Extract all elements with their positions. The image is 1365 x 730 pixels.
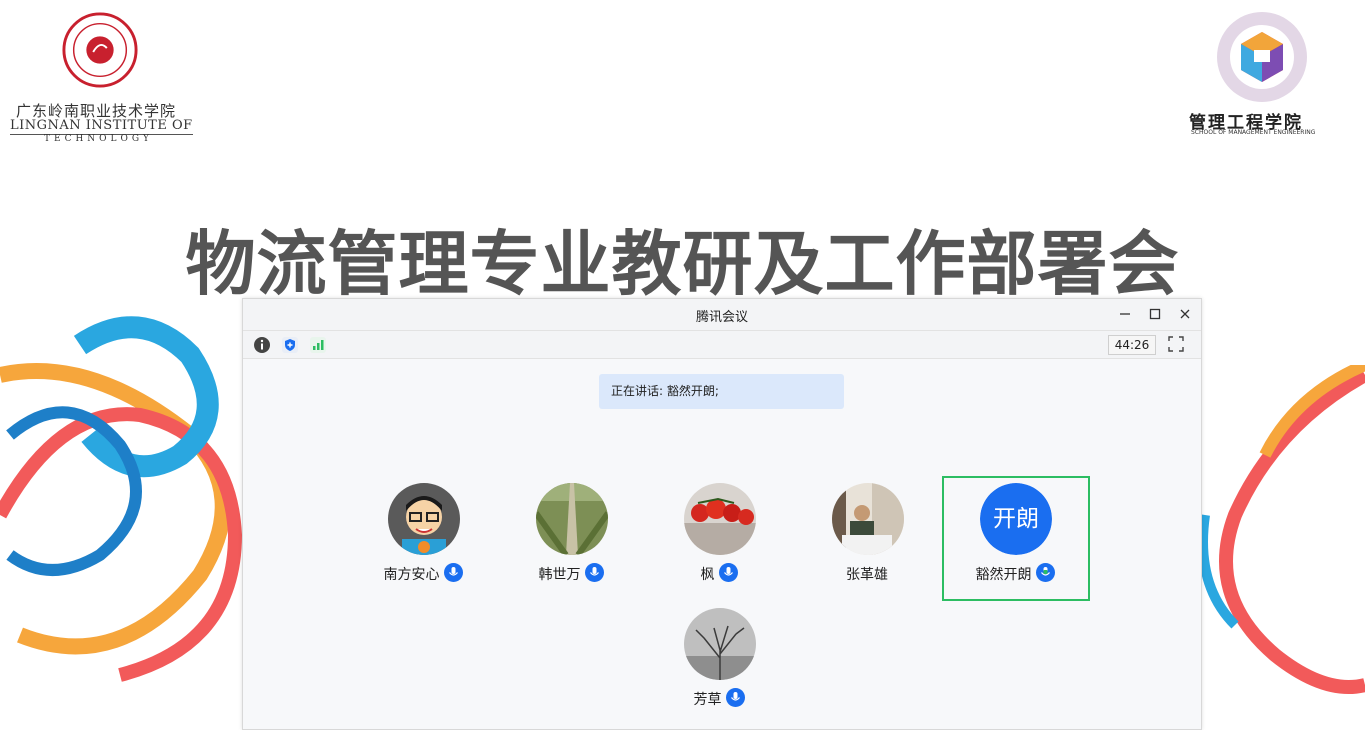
participant-name: 张革雄 <box>846 567 888 583</box>
participant-tile[interactable]: 开朗 豁然开朗 <box>945 478 1085 583</box>
avatar-initials: 开朗 <box>980 483 1052 555</box>
management-badge-icon <box>1217 12 1307 102</box>
avatar: 开朗 <box>980 483 1052 555</box>
participant-name: 枫 <box>649 562 789 585</box>
management-school-logo: 管理工程学院 SCHOOL OF MANAGEMENT ENGINEERING <box>1183 10 1343 150</box>
participant-tile[interactable]: 枫 <box>649 478 789 583</box>
minimize-icon <box>1120 313 1130 315</box>
participant-tile[interactable]: 芳草 <box>649 603 789 708</box>
microphone-active-icon[interactable] <box>1035 562 1055 582</box>
avatar <box>684 608 756 680</box>
signal-icon[interactable] <box>309 336 327 354</box>
meeting-toolbar: 44:26 <box>243 331 1201 359</box>
close-icon <box>1180 309 1190 319</box>
participant-name: 南方安心 <box>353 562 493 585</box>
maximize-button[interactable] <box>1146 305 1164 323</box>
speaking-indicator: 正在讲话: 豁然开朗; <box>599 374 844 409</box>
microphone-icon[interactable] <box>443 562 463 582</box>
participant-tile[interactable]: 张革雄 <box>797 478 937 583</box>
close-button[interactable] <box>1176 305 1194 323</box>
window-titlebar[interactable]: 腾讯会议 <box>243 299 1201 331</box>
school-name-en: LINGNAN INSTITUTE OF <box>10 118 193 135</box>
school-name-en-2: TECHNOLOGY <box>44 134 153 144</box>
management-school-en: SCHOOL OF MANAGEMENT ENGINEERING <box>1191 129 1316 136</box>
participant-name: 韩世万 <box>501 562 641 585</box>
window-title: 腾讯会议 <box>695 310 748 325</box>
decorative-ribbon-right <box>1198 365 1365 694</box>
meeting-timer: 44:26 <box>1108 335 1156 355</box>
participant-tile[interactable]: 韩世万 <box>501 478 641 583</box>
shield-icon[interactable] <box>281 336 299 354</box>
microphone-icon[interactable] <box>725 687 745 707</box>
participant-name: 芳草 <box>649 687 789 710</box>
info-icon[interactable] <box>253 336 271 354</box>
page-title: 物流管理专业教研及工作部署会 <box>185 223 1180 305</box>
meeting-window: 腾讯会议 44:26 正在讲话: 豁然开朗; 南方安心 韩世万 枫 张革雄 开朗… <box>242 298 1202 730</box>
avatar <box>684 483 756 555</box>
lingnan-seal-icon <box>62 12 138 88</box>
avatar <box>832 483 904 555</box>
participant-name: 豁然开朗 <box>945 562 1085 585</box>
lingnan-logo: 广东岭南职业技术学院 LINGNAN INSTITUTE OF TECHNOLO… <box>10 8 195 148</box>
participant-tile[interactable]: 南方安心 <box>353 478 493 583</box>
decorative-ribbon-left <box>0 316 243 682</box>
microphone-icon[interactable] <box>718 562 738 582</box>
maximize-icon <box>1149 308 1161 320</box>
avatar <box>536 483 608 555</box>
fullscreen-icon[interactable] <box>1167 335 1185 353</box>
minimize-button[interactable] <box>1116 305 1134 323</box>
avatar <box>388 483 460 555</box>
microphone-icon[interactable] <box>584 562 604 582</box>
